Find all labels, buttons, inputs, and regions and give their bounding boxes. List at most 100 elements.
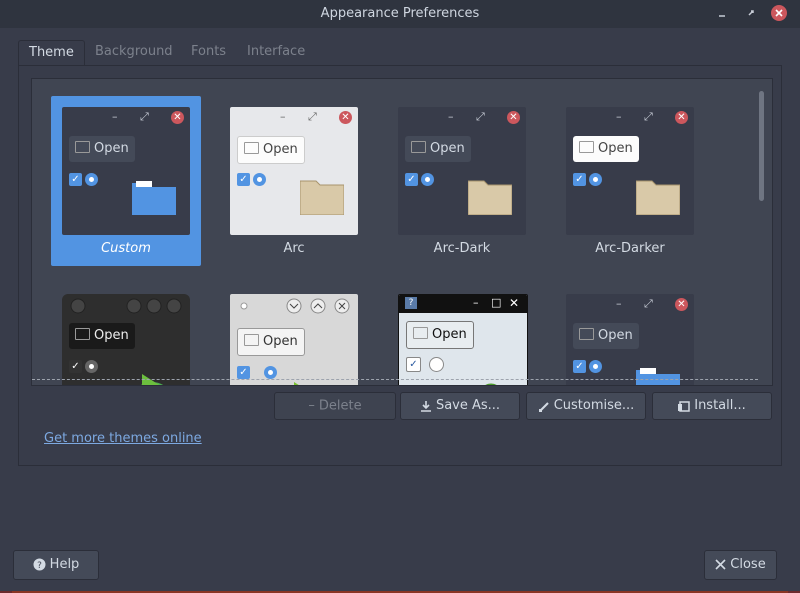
help-button[interactable]: ? Help (13, 550, 99, 580)
close-icon[interactable] (771, 5, 787, 21)
preview-open-label: Open (430, 141, 465, 156)
close-icon (715, 559, 726, 570)
customise-button[interactable]: Customise... (526, 392, 646, 420)
preview-open-label: Open (263, 334, 298, 349)
radio-icon (264, 366, 277, 379)
radio-icon (589, 360, 602, 373)
theme-preview: – ⤢ ✕ Open ✓ (398, 107, 526, 235)
maximize-icon: ⤢ (644, 297, 653, 310)
theme-preview: Open ✓ (62, 294, 190, 385)
folder-icon (132, 181, 176, 215)
preview-open-button: Open (237, 136, 305, 164)
theme-preview: Open ✓ (230, 294, 358, 385)
get-more-themes-link[interactable]: Get more themes online (44, 431, 202, 446)
theme-preview: ? – □ ✕ Open ✓ (398, 294, 528, 385)
preview-open-button: Open (237, 328, 305, 356)
install-icon (678, 400, 690, 412)
theme-item-5[interactable]: Open ✓ (51, 283, 201, 385)
radio-icon (421, 173, 434, 186)
theme-item-6[interactable]: Open ✓ (219, 283, 369, 385)
folder-icon (244, 142, 259, 154)
save-as-label: Save As... (435, 398, 501, 413)
preview-open-button: Open (573, 323, 639, 349)
theme-name: Arc-Darker (595, 241, 665, 256)
preview-open-label: Open (94, 328, 129, 343)
install-button[interactable]: Install... (652, 392, 772, 420)
close-icon: ✕ (675, 298, 688, 311)
download-icon (420, 400, 431, 412)
folder-icon (300, 180, 344, 215)
theme-name: Arc (283, 241, 305, 256)
theme-item-arc-darker[interactable]: – ⤢ ✕ Open ✓ Arc-Darker (555, 96, 705, 266)
preview-open-button: Open (69, 136, 135, 162)
customise-label: Customise... (553, 398, 635, 413)
theme-item-7[interactable]: ? – □ ✕ Open ✓ (387, 283, 537, 385)
close-icon: ✕ (339, 111, 352, 124)
preview-open-button: Open (573, 136, 639, 162)
radio-icon (85, 173, 98, 186)
titlebar[interactable]: Appearance Preferences (0, 0, 800, 28)
scrollbar-thumb[interactable] (759, 91, 764, 201)
checkbox-icon: ✓ (573, 360, 586, 373)
theme-item-8[interactable]: – ⤢ ✕ Open ✓ (555, 283, 705, 385)
radio-icon (85, 360, 98, 373)
maximize-icon: ⤢ (140, 110, 149, 123)
close-button[interactable]: Close (704, 550, 777, 580)
window-title: Appearance Preferences (320, 6, 480, 21)
theme-preview: – ⤢ ✕ Open ✓ (566, 294, 694, 385)
theme-preview: – ⤢ ✕ Open ✓ (230, 107, 358, 235)
checkbox-icon: ✓ (69, 360, 82, 373)
checkbox-icon: ✓ (573, 173, 586, 186)
help-label: Help (49, 557, 80, 572)
folder-icon (244, 334, 259, 346)
minimize-icon: – (280, 110, 286, 123)
radio-icon (429, 357, 444, 372)
folder-icon (468, 180, 512, 215)
appearance-preferences-window: Appearance Preferences Theme Background … (0, 0, 800, 591)
theme-item-arc[interactable]: – ⤢ ✕ Open ✓ Arc (219, 96, 369, 266)
preview-open-button: Open (405, 136, 471, 162)
maximize-icon: ⤢ (644, 110, 653, 123)
folder-icon (411, 141, 426, 153)
vertical-scrollbar[interactable] (758, 85, 766, 385)
folder-icon (636, 368, 680, 385)
maximize-icon[interactable] (743, 5, 759, 21)
close-icon: ✕ (171, 111, 184, 124)
theme-icon-view[interactable]: – ⤢ ✕ Open ✓ Custom – ⤢ ✕ Open ✓ Arc – ⤢… (31, 78, 773, 386)
save-as-button[interactable]: Save As... (400, 392, 520, 420)
theme-preview: – ⤢ ✕ Open ✓ (62, 107, 190, 235)
tab-fonts[interactable]: Fonts (181, 40, 236, 66)
radio-icon (589, 173, 602, 186)
folder-icon (75, 328, 90, 340)
folder-icon (579, 328, 594, 340)
preview-open-button: Open (69, 323, 135, 349)
tab-interface[interactable]: Interface (237, 40, 315, 66)
maximize-icon: ⤢ (476, 110, 485, 123)
theme-preview: – ⤢ ✕ Open ✓ (566, 107, 694, 235)
checkbox-icon: ✓ (237, 366, 250, 379)
close-icon: ✕ (507, 111, 520, 124)
install-label: Install... (694, 398, 746, 413)
decoration-icon (485, 383, 497, 385)
checkbox-icon: ✓ (405, 173, 418, 186)
tab-theme[interactable]: Theme (18, 40, 85, 67)
delete-button[interactable]: – Delete (274, 392, 396, 420)
minimize-icon: – (448, 110, 454, 123)
radio-icon (253, 173, 266, 186)
theme-name: Custom (101, 241, 151, 256)
svg-text:?: ? (37, 561, 42, 571)
minimize-icon: – (112, 110, 118, 123)
preview-open-label: Open (263, 142, 298, 157)
brush-icon (538, 401, 549, 412)
checkbox-icon: ✓ (69, 173, 82, 186)
theme-tab-panel: – ⤢ ✕ Open ✓ Custom – ⤢ ✕ Open ✓ Arc – ⤢… (18, 65, 782, 466)
tab-background[interactable]: Background (85, 40, 183, 66)
drop-indicator-divider (32, 379, 758, 380)
theme-item-arc-dark[interactable]: – ⤢ ✕ Open ✓ Arc-Dark (387, 96, 537, 266)
preview-open-label: Open (598, 328, 633, 343)
theme-item-custom[interactable]: – ⤢ ✕ Open ✓ Custom (51, 96, 201, 266)
maximize-icon: ⤢ (308, 110, 317, 123)
minimize-icon: – (616, 297, 622, 310)
minimize-icon[interactable] (714, 5, 730, 21)
minus-icon: – (308, 398, 315, 413)
